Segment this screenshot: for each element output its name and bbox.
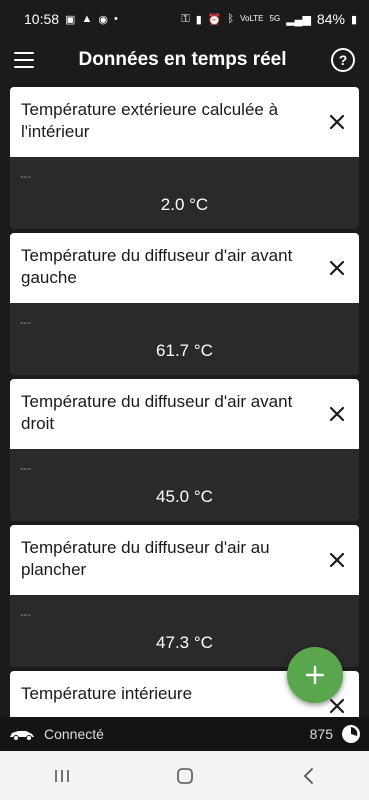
card-title: Température du diffuseur d'air au planch… [21,538,270,579]
data-card: Température du diffuseur d'air avant dro… [10,379,359,521]
close-icon[interactable] [329,406,345,422]
card-title: Température intérieure [21,684,193,703]
status-left: 10:58 ▣ ▲ ◉ • [24,11,118,27]
menu-icon[interactable] [14,52,34,68]
card-value: 2.0 °C [160,195,209,214]
battery-percent: 84% [316,11,345,27]
card-header: Température du diffuseur d'air avant dro… [10,379,359,449]
network-label: 5G [269,14,281,23]
card-placeholder: --- [20,463,31,475]
recent-apps-button[interactable] [42,761,82,791]
image-notification-icon: ▣ [65,13,76,26]
help-icon[interactable]: ? [331,48,355,72]
data-card: Température du diffuseur d'air au planch… [10,525,359,667]
close-icon[interactable] [329,114,345,130]
card-header: Température du diffuseur d'air avant gau… [10,233,359,303]
home-icon [176,767,193,784]
home-button[interactable] [165,761,205,791]
data-card-list[interactable]: Température extérieure calculée à l'inté… [0,87,369,717]
close-icon[interactable] [329,552,345,568]
card-placeholder: --- [20,171,31,183]
card-value: 45.0 °C [156,487,213,506]
back-button[interactable] [288,761,328,791]
connection-status: Connecté [8,726,104,742]
card-title: Température du diffuseur d'air avant dro… [21,392,293,433]
bluetooth-icon: ᛒ [227,13,235,25]
more-notifications-icon: • [113,13,118,25]
gauge-icon [342,725,360,743]
app-bar: Données en temps réel ? [0,38,369,82]
close-icon[interactable] [329,698,345,714]
connection-label: Connecté [44,726,104,742]
card-header: Température extérieure calculée à l'inté… [10,87,359,157]
card-title: Température extérieure calculée à l'inté… [21,100,279,141]
status-right: ⚿ ▮ ⏰ ᛒ VoLTE 5G ▂▄▆ 84% ▮ [181,11,357,27]
back-icon [303,767,313,784]
download-notification-icon: ◉ [98,13,108,26]
data-card: Température du diffuseur d'air avant gau… [10,233,359,375]
help-label: ? [338,52,348,68]
battery-saver-icon: ▮ [195,13,202,26]
page-title: Données en temps réel [78,49,287,70]
card-placeholder: --- [20,317,31,329]
card-body: --- 2.0 °C [10,157,359,229]
system-nav-bar [0,751,369,800]
counter-area: 875 [310,724,361,744]
signal-icon: ▂▄▆ [286,13,311,26]
plus-icon [305,665,325,685]
battery-icon: ▮ [350,13,357,26]
connection-status-bar: Connecté 875 [0,717,369,751]
data-count: 875 [309,726,333,742]
key-icon: ⚿ [181,12,190,25]
card-header: Température du diffuseur d'air au planch… [10,525,359,595]
card-body: --- 45.0 °C [10,449,359,521]
recent-apps-icon [54,769,69,782]
app-notification-icon: ▲ [81,13,93,25]
status-time: 10:58 [24,11,60,27]
status-bar: 10:58 ▣ ▲ ◉ • ⚿ ▮ ⏰ ᛒ VoLTE 5G ▂▄▆ 84% ▮ [0,0,369,38]
close-icon[interactable] [329,260,345,276]
data-card: Température extérieure calculée à l'inté… [10,87,359,229]
card-body: --- 61.7 °C [10,303,359,375]
card-title: Température du diffuseur d'air avant gau… [21,246,293,287]
add-data-button[interactable] [287,647,343,703]
alarm-icon: ⏰ [207,13,222,26]
car-icon [10,731,34,741]
card-value: 61.7 °C [156,341,213,360]
card-placeholder: --- [20,609,31,621]
volte-label: VoLTE [240,14,264,23]
